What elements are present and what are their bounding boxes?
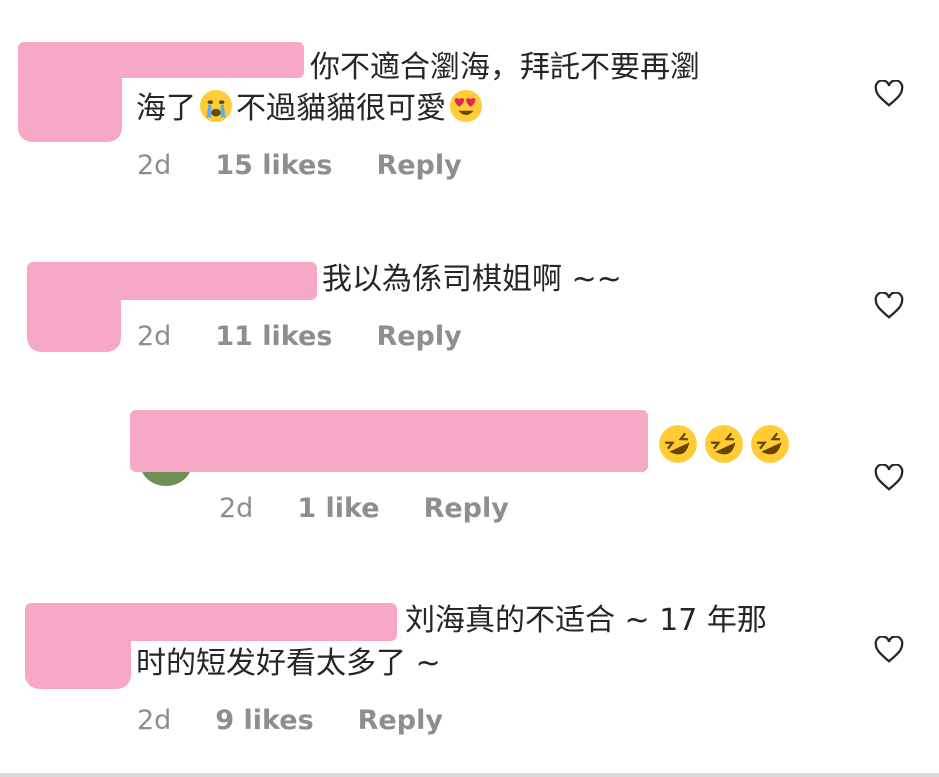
comment-text-line1: 我以為係司棋姐啊 ~~ — [322, 262, 622, 297]
timestamp: 2d — [219, 493, 254, 524]
heart-outline-icon[interactable] — [874, 292, 904, 320]
comment-text-part: 海了 — [136, 91, 196, 126]
redacted-avatar — [18, 42, 122, 142]
heart-outline-icon[interactable] — [874, 636, 904, 664]
redacted-avatar — [27, 262, 121, 352]
divider — [0, 773, 939, 777]
rofl-emoji-icon — [751, 425, 789, 463]
timestamp: 2d — [137, 321, 172, 352]
comment-text-line2: 海了 不過貓貓很可愛 — [136, 85, 486, 133]
timestamp: 2d — [137, 705, 172, 736]
comment-emoji-row — [655, 424, 793, 474]
comment-text-line2: 时的短发好看太多了 ~ — [136, 646, 441, 681]
comment-text-line1: 刘海真的不适合 ~ 17 年那 — [405, 603, 767, 638]
reply-button[interactable]: Reply — [376, 150, 461, 181]
heart-eyes-emoji-icon — [449, 89, 483, 123]
heart-outline-icon[interactable] — [874, 464, 904, 492]
likes-count[interactable]: 11 likes — [215, 321, 332, 352]
reply-button[interactable]: Reply — [376, 321, 461, 352]
likes-count[interactable]: 15 likes — [215, 150, 332, 181]
reply-button[interactable]: Reply — [358, 705, 443, 736]
reply-button[interactable]: Reply — [424, 493, 509, 524]
timestamp: 2d — [137, 150, 172, 181]
rofl-emoji-icon — [705, 425, 743, 463]
redacted-avatar — [25, 603, 131, 689]
redacted-username-and-text — [130, 410, 648, 472]
likes-count[interactable]: 1 like — [297, 493, 379, 524]
comment-meta: 2d 11 likes Reply — [137, 321, 506, 352]
comment-meta: 2d 9 likes Reply — [137, 705, 487, 736]
comment-text-part: 不過貓貓很可愛 — [236, 91, 446, 126]
comment-meta: 2d 15 likes Reply — [137, 150, 506, 181]
crying-emoji-icon — [199, 89, 233, 123]
likes-count[interactable]: 9 likes — [215, 705, 313, 736]
comment-meta: 2d 1 like Reply — [219, 493, 553, 524]
rofl-emoji-icon — [659, 425, 697, 463]
heart-outline-icon[interactable] — [874, 80, 904, 108]
